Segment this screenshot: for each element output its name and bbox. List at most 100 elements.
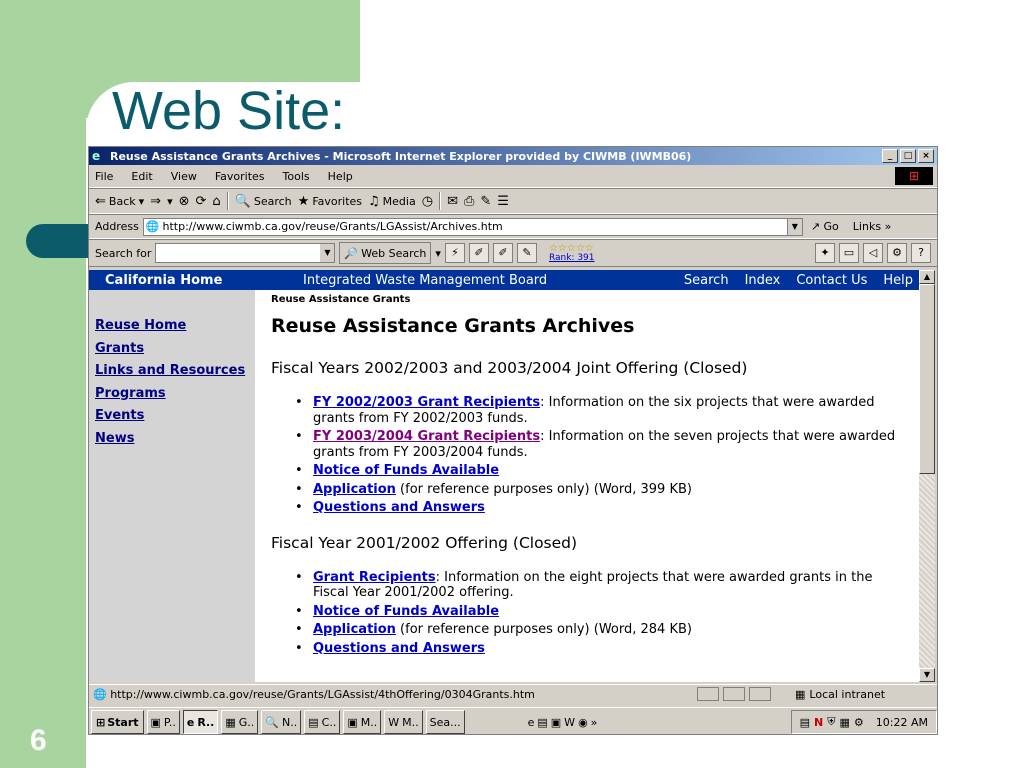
- taskbar-item-active[interactable]: e R..: [182, 710, 219, 734]
- sidebar-item-events[interactable]: Events: [95, 408, 255, 431]
- chevron-right-icon[interactable]: »: [591, 716, 598, 729]
- start-button[interactable]: ⊞ Start: [91, 710, 144, 734]
- home-icon[interactable]: ⌂: [212, 194, 220, 209]
- scroll-thumb[interactable]: [919, 284, 935, 474]
- taskbar-item[interactable]: W M..: [384, 710, 423, 734]
- taskbar-item[interactable]: 🔍 N..: [261, 710, 302, 734]
- quick-launch-media-icon[interactable]: ◉: [578, 716, 588, 729]
- network-icon[interactable]: ▤: [800, 716, 810, 729]
- scroll-down-button[interactable]: ▼: [919, 668, 935, 682]
- tray-app-icon[interactable]: ▦: [840, 716, 850, 729]
- taskbar-item[interactable]: ▣ M..: [343, 710, 382, 734]
- status-url-text: http://www.ciwmb.ca.gov/reuse/Grants/LGA…: [110, 687, 535, 701]
- page-rank[interactable]: ☆☆☆☆☆ Rank: 391: [549, 243, 595, 263]
- quick-launch-outlook-icon[interactable]: ▣: [551, 716, 561, 729]
- application-link[interactable]: Application: [313, 622, 396, 637]
- highlight-icon[interactable]: ✐: [468, 243, 489, 263]
- nav-help[interactable]: Help: [883, 273, 913, 288]
- menu-help[interactable]: Help: [328, 170, 353, 183]
- page-icon[interactable]: ▭: [839, 243, 859, 263]
- minimize-button[interactable]: _: [882, 149, 898, 163]
- toolbar-separator: [439, 192, 442, 210]
- sidebar-item-reuse-home[interactable]: Reuse Home: [95, 318, 255, 341]
- back-dropdown-icon[interactable]: ▾: [139, 195, 145, 208]
- zone-label: Local intranet: [809, 687, 886, 701]
- windows-taskbar: ⊞ Start ▣ P.. e R.. ▦ G.. 🔍 N.. ▤ C.. ▣ M.. WM…: [89, 707, 937, 734]
- window-titlebar[interactable]: e Reuse Assistance Grants Archives - Mic…: [89, 147, 937, 165]
- forward-dropdown-icon[interactable]: ▾: [167, 195, 173, 208]
- favorites-button[interactable]: ★ Favorites: [298, 194, 362, 209]
- sidebar-item-links-and-resources[interactable]: Links and Resources: [95, 363, 255, 386]
- antivirus-icon[interactable]: N: [814, 716, 823, 729]
- links-button[interactable]: Links »: [853, 220, 892, 233]
- print-icon[interactable]: ⎙: [464, 194, 474, 209]
- grant-recipients-2002-link[interactable]: FY 2002/2003 Grant Recipients: [313, 395, 540, 410]
- discuss-icon[interactable]: ☰: [497, 194, 509, 209]
- go-button[interactable]: ↗ Go: [811, 220, 839, 233]
- stop-icon[interactable]: ⊗: [179, 194, 190, 209]
- search-options-icon[interactable]: ▾: [435, 247, 441, 260]
- menu-view[interactable]: View: [171, 170, 197, 183]
- help-icon[interactable]: ?: [911, 243, 931, 263]
- address-input[interactable]: 🌐 http://www.ciwmb.ca.gov/reuse/Grants/L…: [142, 217, 803, 236]
- back-page-icon[interactable]: ◁: [863, 243, 883, 263]
- vertical-scrollbar[interactable]: ▲ ▼: [919, 270, 935, 682]
- menu-tools[interactable]: Tools: [283, 170, 310, 183]
- web-search-button[interactable]: 🔎 Web Search: [339, 242, 432, 264]
- list-item: Grant Recipients: Information on the eig…: [295, 570, 911, 601]
- notice-of-funds-link[interactable]: Notice of Funds Available: [313, 463, 499, 478]
- quick-launch-ie-icon[interactable]: e: [528, 716, 535, 729]
- tray-app-icon[interactable]: ⚙: [854, 716, 864, 729]
- search-input[interactable]: ▼: [155, 243, 336, 263]
- taskbar-item[interactable]: ▤ C..: [304, 710, 341, 734]
- menu-edit[interactable]: Edit: [131, 170, 152, 183]
- nav-index[interactable]: Index: [745, 273, 781, 288]
- nav-search[interactable]: Search: [684, 273, 729, 288]
- settings-icon[interactable]: ⚙: [887, 243, 907, 263]
- taskbar-item[interactable]: ▣ P..: [146, 710, 180, 734]
- scroll-track[interactable]: [919, 474, 935, 668]
- taskbar-item[interactable]: Sea...: [425, 710, 465, 734]
- list-item-text: (for reference purposes only) (Word, 399…: [395, 481, 692, 497]
- refresh-icon[interactable]: ⟳: [196, 194, 207, 209]
- questions-and-answers-link[interactable]: Questions and Answers: [313, 641, 485, 656]
- back-button[interactable]: ⇐ Back ▾: [95, 194, 144, 209]
- pencil-icon[interactable]: ✎: [516, 243, 537, 263]
- history-icon[interactable]: ◷: [422, 194, 433, 209]
- maximize-button[interactable]: □: [900, 149, 916, 163]
- application-link[interactable]: Application: [313, 482, 396, 497]
- forward-button[interactable]: ⇒: [150, 194, 161, 209]
- close-button[interactable]: ×: [918, 149, 934, 163]
- browser-window: e Reuse Assistance Grants Archives - Mic…: [88, 146, 938, 735]
- ie-icon: e: [92, 149, 101, 163]
- questions-and-answers-link[interactable]: Questions and Answers: [313, 500, 485, 515]
- menu-favorites[interactable]: Favorites: [215, 170, 265, 183]
- nav-contact-us[interactable]: Contact Us: [796, 273, 867, 288]
- notice-of-funds-link[interactable]: Notice of Funds Available: [313, 604, 499, 619]
- quick-launch-excel-icon[interactable]: ▤: [537, 716, 547, 729]
- media-icon: ♫: [368, 193, 380, 209]
- scroll-up-button[interactable]: ▲: [919, 270, 935, 284]
- menu-file[interactable]: File: [95, 170, 113, 183]
- clock[interactable]: 10:22 AM: [876, 716, 928, 729]
- address-dropdown-icon[interactable]: ▼: [786, 218, 802, 235]
- find-icon[interactable]: ✐: [492, 243, 513, 263]
- rank-link[interactable]: Rank: 391: [549, 253, 595, 263]
- search-dropdown-icon[interactable]: ▼: [320, 244, 335, 262]
- grant-recipients-link[interactable]: Grant Recipients: [313, 570, 436, 585]
- media-button[interactable]: ♫ Media: [368, 194, 416, 209]
- sidebar-item-programs[interactable]: Programs: [95, 386, 255, 409]
- shield-icon[interactable]: ⛨: [827, 715, 835, 729]
- nav-board-title[interactable]: Integrated Waste Management Board: [303, 273, 547, 288]
- quick-launch-word-icon[interactable]: W: [564, 716, 575, 729]
- nav-california-home[interactable]: California Home: [105, 273, 222, 288]
- grant-recipients-2003-link[interactable]: FY 2003/2004 Grant Recipients: [313, 429, 540, 444]
- taskbar-item[interactable]: ▦ G..: [221, 710, 259, 734]
- sidebar-item-grants[interactable]: Grants: [95, 341, 255, 364]
- edit-icon[interactable]: ✎: [480, 194, 491, 209]
- butterfly-icon[interactable]: ✦: [815, 243, 835, 263]
- search-button[interactable]: 🔍 Search: [235, 194, 292, 209]
- popup-blocker-icon[interactable]: ⚡: [444, 243, 465, 263]
- mail-icon[interactable]: ✉: [447, 194, 458, 209]
- sidebar-item-news[interactable]: News: [95, 431, 255, 454]
